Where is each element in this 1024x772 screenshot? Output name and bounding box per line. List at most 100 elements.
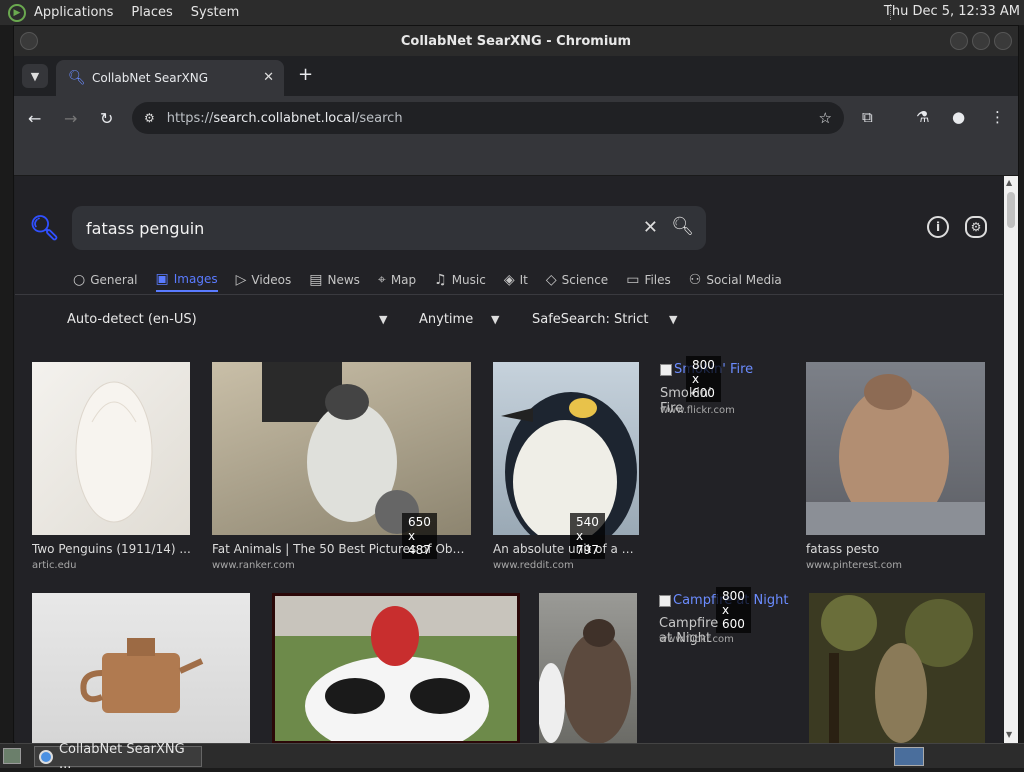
show-desktop-icon[interactable] bbox=[3, 748, 21, 764]
broken-image-icon bbox=[659, 594, 671, 607]
tab-searxng[interactable]: 🔍︎ CollabNet SearXNG ✕ bbox=[56, 60, 284, 96]
bookmark-star-icon[interactable]: ☆ bbox=[819, 109, 832, 127]
tab-files[interactable]: ▭ Files bbox=[626, 268, 671, 292]
window-title: CollabNet SearXNG - Chromium bbox=[400, 33, 632, 49]
result-thumbnail[interactable] bbox=[212, 362, 471, 535]
play-icon: ▷ bbox=[235, 272, 247, 288]
tab-strip: ▼ 🔍︎ CollabNet SearXNG ✕ + bbox=[14, 56, 1018, 96]
tab-images[interactable]: ▣ Images bbox=[155, 268, 218, 292]
close-icon[interactable]: ✕ bbox=[263, 70, 274, 85]
scrollbar-thumb[interactable] bbox=[1007, 192, 1015, 228]
category-divider bbox=[15, 294, 1003, 295]
result-title[interactable]: Fat Animals | The 50 Best Pictures of Ob… bbox=[212, 542, 470, 556]
result-url: www.reddit.com bbox=[493, 560, 574, 571]
time-range-select[interactable]: Anytime ▼ bbox=[419, 312, 519, 327]
tab-news[interactable]: ▤ News bbox=[309, 268, 360, 292]
layers-icon: ◈ bbox=[503, 272, 515, 288]
category-tabs: ○ General ▣ Images ▷ Videos ▤ News ⌖ Map ♫ Mus… bbox=[73, 268, 800, 294]
new-tab-button[interactable]: + bbox=[298, 64, 313, 85]
settings-gear-icon[interactable]: ⚙ bbox=[965, 216, 987, 238]
maximize-button[interactable] bbox=[972, 32, 990, 50]
tab-music[interactable]: ♫ Music bbox=[434, 268, 486, 292]
result-thumbnail[interactable] bbox=[32, 362, 190, 535]
result-thumbnail[interactable] bbox=[539, 593, 637, 744]
site-info-icon[interactable]: ⚙ bbox=[144, 111, 155, 125]
resolution-badge: 800 x 600 bbox=[716, 587, 751, 633]
newspaper-icon: ▤ bbox=[309, 272, 323, 288]
chromium-icon bbox=[39, 749, 53, 764]
scroll-up-icon[interactable]: ▲ bbox=[1006, 178, 1012, 187]
penguin-chick-image bbox=[539, 619, 631, 744]
tab-social-media[interactable]: ⚇ Social Media bbox=[689, 268, 782, 292]
map-pin-icon: ⌖ bbox=[377, 272, 386, 288]
sculpture-image bbox=[75, 381, 153, 523]
labs-flask-icon[interactable]: ⚗ bbox=[916, 108, 929, 126]
result-thumbnail[interactable] bbox=[493, 362, 639, 535]
workspace-switcher[interactable] bbox=[894, 747, 924, 766]
tab-label: CollabNet SearXNG bbox=[92, 71, 209, 85]
browser-toolbar: ← → ↻ ⚙ https://search.collabnet.local/s… bbox=[14, 96, 1018, 142]
taskbar-window-label: CollabNet SearXNG ... bbox=[58, 741, 185, 772]
penguin-image bbox=[262, 362, 419, 534]
forward-arrow-icon[interactable]: → bbox=[64, 109, 77, 128]
chevron-down-icon: ▼ bbox=[30, 69, 40, 83]
info-icon[interactable]: i bbox=[927, 216, 949, 238]
profile-avatar-icon[interactable]: ● bbox=[952, 108, 965, 126]
kebab-menu-icon[interactable]: ⋮ bbox=[990, 108, 1005, 126]
tab-general[interactable]: ○ General bbox=[73, 268, 138, 292]
penguin-image bbox=[501, 392, 637, 535]
people-icon: ⚇ bbox=[688, 272, 702, 288]
top-panel: ▶ Applications Places System Thu Dec 5, … bbox=[0, 0, 1024, 25]
tab-map[interactable]: ⌖ Map bbox=[378, 268, 416, 292]
minimize-button[interactable] bbox=[950, 32, 968, 50]
searxng-page: 🔍︎ fatass penguin ✕ 🔍︎ i ⚙ ○ General ▣ Ima… bbox=[15, 176, 1003, 744]
result-thumbnail[interactable] bbox=[272, 593, 520, 744]
teapot-image bbox=[80, 638, 204, 713]
reload-icon[interactable]: ↻ bbox=[100, 109, 113, 128]
music-note-icon: ♫ bbox=[434, 272, 447, 288]
scroll-down-icon[interactable]: ▼ bbox=[1006, 730, 1012, 739]
applications-menu[interactable]: Applications bbox=[34, 5, 113, 20]
searxng-logo-icon[interactable]: 🔍︎ bbox=[29, 214, 59, 242]
search-submit-icon[interactable]: 🔍︎ bbox=[671, 216, 694, 237]
distro-logo-icon[interactable]: ▶ bbox=[8, 3, 26, 22]
chevron-down-icon: ▼ bbox=[669, 313, 678, 326]
window-titlebar[interactable]: CollabNet SearXNG - Chromium bbox=[14, 26, 1018, 56]
result-url: www.flickr.com bbox=[660, 405, 735, 416]
result-url: www.pinterest.com bbox=[806, 560, 903, 571]
result-title[interactable]: An absolute unit of a p... bbox=[493, 542, 639, 556]
panel-clock[interactable]: Thu Dec 5, 12:33 AM bbox=[884, 4, 1020, 19]
safesearch-select[interactable]: SafeSearch: Strict ▼ bbox=[532, 312, 692, 327]
image-icon: ▣ bbox=[155, 271, 169, 287]
result-thumbnail[interactable] bbox=[32, 593, 250, 744]
search-input[interactable]: fatass penguin ✕ 🔍︎ bbox=[72, 206, 706, 250]
places-menu[interactable]: Places bbox=[131, 5, 172, 20]
result-thumbnail[interactable] bbox=[806, 362, 985, 535]
close-window-button[interactable] bbox=[994, 32, 1012, 50]
result-title[interactable]: Two Penguins (1911/14) ... bbox=[32, 542, 192, 556]
system-menu[interactable]: System bbox=[191, 5, 239, 20]
window-menu-button[interactable] bbox=[20, 32, 38, 50]
page-scrollbar[interactable]: ▲ ▼ bbox=[1004, 176, 1018, 744]
clear-search-icon[interactable]: ✕ bbox=[643, 217, 658, 238]
chevron-down-icon: ▼ bbox=[491, 313, 500, 326]
duck-image bbox=[275, 596, 517, 741]
taskbar-window-button[interactable]: CollabNet SearXNG ... bbox=[34, 742, 202, 772]
result-title[interactable]: fatass pesto bbox=[806, 542, 984, 556]
address-url: https://search.collabnet.local/search bbox=[166, 110, 403, 126]
search-query-text: fatass penguin bbox=[86, 218, 205, 238]
tab-it[interactable]: ◈ It bbox=[504, 268, 528, 292]
back-arrow-icon[interactable]: ← bbox=[28, 109, 41, 128]
extensions-puzzle-icon[interactable]: ⧉ bbox=[862, 108, 873, 126]
broken-image-icon bbox=[660, 363, 672, 376]
result-thumbnail[interactable] bbox=[809, 593, 985, 744]
chevron-down-icon: ▼ bbox=[379, 313, 388, 326]
tab-videos[interactable]: ▷ Videos bbox=[236, 268, 292, 292]
tab-science[interactable]: ◇ Science bbox=[546, 268, 608, 292]
language-select[interactable]: Auto-detect (en-US) ▼ bbox=[67, 312, 397, 327]
search-icon: ○ bbox=[73, 272, 86, 288]
result-url: www.flickr.com bbox=[659, 634, 734, 645]
browser-window: CollabNet SearXNG - Chromium ▼ 🔍︎ Collab… bbox=[13, 25, 1019, 744]
tab-search-button[interactable]: ▼ bbox=[22, 64, 48, 88]
address-bar[interactable]: ⚙ https://search.collabnet.local/search … bbox=[132, 102, 844, 134]
